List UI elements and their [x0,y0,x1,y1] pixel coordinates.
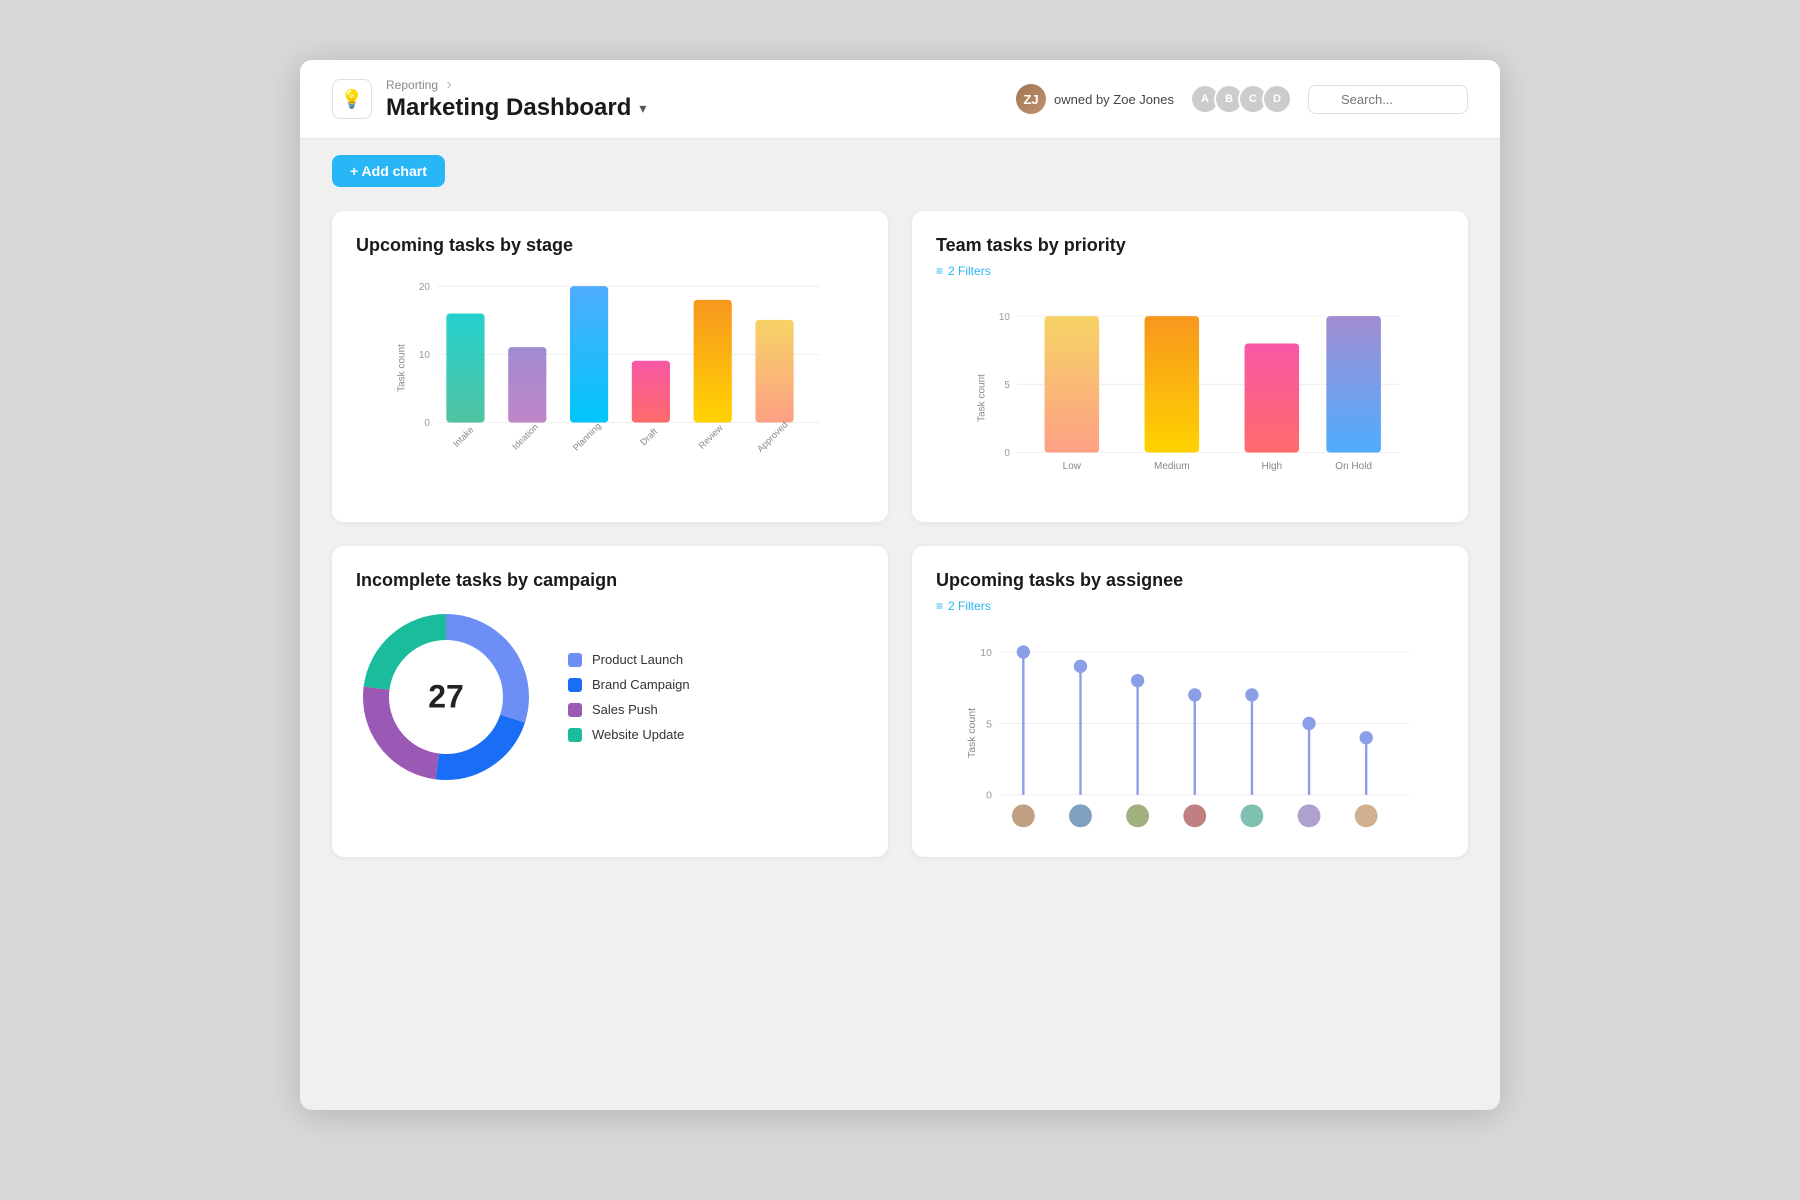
app-window: 💡 Reporting › Marketing Dashboard ▾ ZJ o… [300,60,1500,1110]
svg-text:10: 10 [980,648,992,659]
filter-badge[interactable]: ≡ 2 Filters [936,264,991,278]
svg-text:Approved: Approved [755,420,790,455]
legend-color [568,653,582,667]
svg-text:Review: Review [697,422,725,450]
add-chart-button[interactable]: + Add chart [332,155,445,187]
dashboard-grid: Upcoming tasks by stage [300,203,1500,889]
svg-text:10: 10 [999,312,1011,323]
list-item: Brand Campaign [568,677,690,692]
svg-text:Task count: Task count [967,708,978,758]
breadcrumb: Reporting › [386,76,646,94]
svg-text:On Hold: On Hold [1335,461,1372,472]
legend-color [568,703,582,717]
svg-text:Draft: Draft [638,426,659,447]
svg-text:5: 5 [1004,380,1010,391]
legend-color [568,678,582,692]
breadcrumb-section: Reporting › Marketing Dashboard ▾ [386,76,646,122]
svg-text:20: 20 [419,282,431,293]
bar-chart-upcoming: Task count 20 10 0 Intake Ideation [356,268,864,468]
chart-card-team-tasks: Team tasks by priority ≡ 2 Filters [912,211,1468,522]
chart-title: Upcoming tasks by stage [356,235,864,256]
svg-text:Task count: Task count [977,374,988,422]
chart-title: Incomplete tasks by campaign [356,570,864,591]
donut-area: 27 Product Launch Brand Campaign Sales P… [356,607,864,787]
toolbar: + Add chart [300,139,1500,203]
chart-card-upcoming-tasks: Upcoming tasks by stage [332,211,888,522]
chart-card-assignee: Upcoming tasks by assignee ≡ 2 Filters T… [912,546,1468,857]
svg-text:Task count: Task count [397,344,408,392]
donut-center: 27 [428,679,464,716]
legend: Product Launch Brand Campaign Sales Push… [568,652,690,742]
svg-text:5: 5 [986,719,992,730]
lollipop-svg: Task count 10 5 0 [936,633,1444,833]
list-item: Product Launch [568,652,690,667]
legend-label: Brand Campaign [592,677,690,692]
list-item: Website Update [568,727,690,742]
avatar-group: A B C D [1190,84,1292,114]
header-right: ZJ owned by Zoe Jones A B C D 🔍 [1016,84,1468,114]
legend-label: Website Update [592,727,684,742]
filter-badge-assignee[interactable]: ≡ 2 Filters [936,599,991,613]
filter-icon: ≡ [936,264,943,278]
lollipop-chart: Task count 10 5 0 [936,633,1444,833]
chart-title: Team tasks by priority [936,235,1444,256]
svg-text:Intake: Intake [451,425,476,450]
donut-wrapper: 27 [356,607,536,787]
bar-chart-svg: Task count 20 10 0 Intake Ideation [356,268,864,468]
owner-text: owned by Zoe Jones [1054,92,1174,107]
svg-text:Ideation: Ideation [510,422,540,452]
svg-text:Medium: Medium [1154,461,1190,472]
header-left: 💡 Reporting › Marketing Dashboard ▾ [332,76,646,122]
bar-chart-svg-team: Task count 10 5 0 Low Medium High [936,298,1444,498]
svg-text:0: 0 [1004,448,1010,459]
search-wrapper: 🔍 [1308,85,1468,114]
svg-text:Low: Low [1063,461,1082,472]
title-row: Marketing Dashboard ▾ [386,94,646,122]
legend-color [568,728,582,742]
bar-chart-team: Task count 10 5 0 Low Medium High [936,298,1444,498]
svg-text:0: 0 [986,791,992,802]
owner-section: ZJ owned by Zoe Jones [1016,84,1174,114]
header: 💡 Reporting › Marketing Dashboard ▾ ZJ o… [300,60,1500,139]
svg-text:0: 0 [424,418,430,429]
chevron-down-icon[interactable]: ▾ [639,100,646,117]
svg-text:High: High [1262,461,1283,472]
logo-icon: 💡 [332,79,372,119]
avatar: D [1262,84,1292,114]
legend-label: Sales Push [592,702,658,717]
page-title: Marketing Dashboard [386,94,631,122]
avatar: ZJ [1016,84,1046,114]
svg-text:10: 10 [419,350,431,361]
svg-text:Planning: Planning [571,421,603,453]
chart-title: Upcoming tasks by assignee [936,570,1444,591]
list-item: Sales Push [568,702,690,717]
search-input[interactable] [1308,85,1468,114]
chart-card-incomplete-tasks: Incomplete tasks by campaign [332,546,888,857]
legend-label: Product Launch [592,652,683,667]
filter-icon: ≡ [936,599,943,613]
